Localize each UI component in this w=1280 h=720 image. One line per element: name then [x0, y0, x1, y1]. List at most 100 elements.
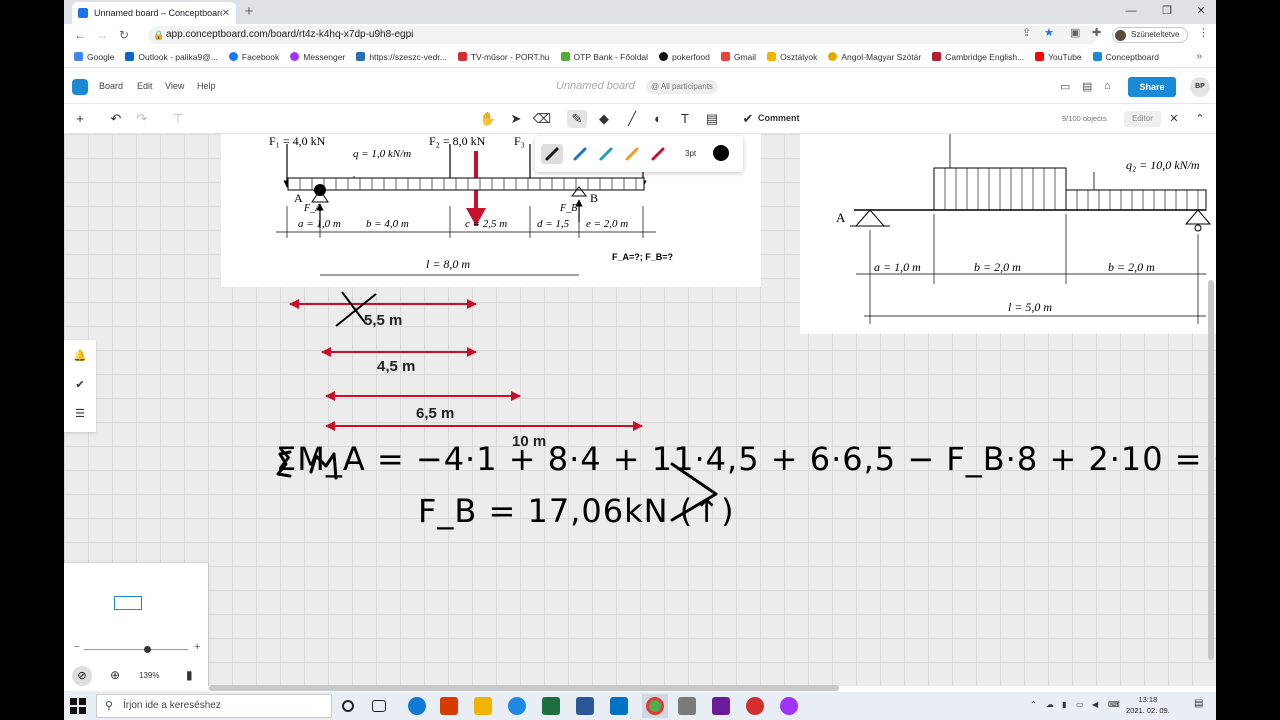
- forward-icon[interactable]: →: [94, 27, 110, 43]
- present-icon[interactable]: ▭: [1060, 80, 1070, 93]
- tray-chevron-icon[interactable]: ⌃: [1030, 700, 1037, 709]
- distance-label-6-5[interactable]: 6,5 m: [416, 405, 454, 422]
- pen-icon[interactable]: ✎: [567, 110, 587, 128]
- bookmark-item[interactable]: TV-műsor - PORT.hu: [457, 52, 550, 62]
- zoom-magnifier-icon[interactable]: ⊕: [110, 668, 120, 682]
- close-tab-icon[interactable]: ✕: [222, 8, 230, 19]
- close-window-icon[interactable]: ✕: [1184, 0, 1216, 24]
- undo-icon[interactable]: ↶: [106, 110, 126, 128]
- bell-icon[interactable]: 🔔: [72, 348, 88, 364]
- distance-arrows[interactable]: [289, 299, 643, 431]
- zoom-slider-track[interactable]: [84, 649, 188, 650]
- bookmark-item[interactable]: pokerfood: [659, 52, 710, 62]
- profile-button[interactable]: Szüneteltetve: [1112, 27, 1188, 43]
- zoom-out-icon[interactable]: −: [74, 642, 80, 653]
- messenger-taskbar-icon[interactable]: [780, 697, 798, 715]
- hand-pan-icon[interactable]: ✋: [478, 110, 498, 128]
- zoom-level[interactable]: 139%: [139, 671, 159, 680]
- board-canvas[interactable]: F₁ = 4,0 kN q = 1,0 kN/m F₂ = 8,0 kN F₃ …: [64, 134, 1216, 686]
- bookmark-item[interactable]: OTP Bank - Főoldal: [560, 52, 648, 62]
- sticky-note-icon[interactable]: ▤: [702, 110, 722, 128]
- horizontal-scrollbar[interactable]: [209, 685, 839, 691]
- list-icon[interactable]: ☰: [72, 406, 88, 422]
- share-page-icon[interactable]: ⇪: [1022, 26, 1031, 39]
- notifications-icon[interactable]: ⌂: [1104, 80, 1111, 92]
- task-view-icon[interactable]: [372, 700, 386, 712]
- more-bookmarks-icon[interactable]: »: [1196, 51, 1202, 62]
- bookmark-item[interactable]: Angol-Magyar Szótár: [828, 52, 921, 62]
- word-icon[interactable]: [576, 697, 594, 715]
- edge-icon[interactable]: [408, 697, 426, 715]
- bookmark-item[interactable]: Osztályok: [767, 52, 817, 62]
- user-avatar[interactable]: BP: [1190, 77, 1210, 97]
- office-icon[interactable]: [440, 697, 458, 715]
- bookmark-item[interactable]: Messenger: [290, 52, 345, 62]
- marker-icon[interactable]: ◆: [594, 110, 614, 128]
- compass-icon[interactable]: ⊘: [72, 666, 92, 686]
- bookmark-item[interactable]: https://szeszc-vedr...: [356, 52, 447, 62]
- save-icon[interactable]: [712, 697, 730, 715]
- participants-badge[interactable]: @ All participants: [646, 80, 718, 94]
- reload-icon[interactable]: ↻: [116, 27, 132, 43]
- notification-center-icon[interactable]: ▤: [1194, 698, 1203, 709]
- teal-pen-icon[interactable]: [595, 144, 617, 164]
- bookmark-item[interactable]: Outlook - palika9@...: [125, 52, 218, 62]
- bookmark-star-icon[interactable]: ★: [1044, 26, 1054, 39]
- blue-pen-icon[interactable]: [569, 144, 591, 164]
- bookmark-item[interactable]: Gmail: [720, 52, 756, 62]
- new-tab-button[interactable]: +: [240, 3, 258, 21]
- shapes-icon[interactable]: ◐: [648, 110, 668, 128]
- eraser-icon[interactable]: ⌫: [532, 110, 552, 128]
- bookmark-item[interactable]: Facebook: [228, 52, 279, 62]
- app-icon[interactable]: [678, 697, 696, 715]
- bookmark-item[interactable]: Google: [74, 52, 114, 62]
- extensions-puzzle-icon[interactable]: ✚: [1092, 26, 1101, 39]
- volume-icon[interactable]: ◀: [1092, 700, 1098, 709]
- pen-size-label[interactable]: 3pt: [685, 149, 696, 158]
- black-pen-icon[interactable]: [541, 144, 563, 164]
- text-icon[interactable]: T: [675, 110, 695, 128]
- teamviewer-icon[interactable]: [508, 697, 526, 715]
- share-button[interactable]: Share: [1128, 77, 1176, 97]
- excel-icon[interactable]: [542, 697, 560, 715]
- orange-pen-icon[interactable]: [621, 144, 643, 164]
- restore-window-icon[interactable]: ❐: [1150, 0, 1184, 24]
- menu-edit[interactable]: Edit: [137, 81, 153, 91]
- clock[interactable]: 13:18 2021. 02. 09.: [1126, 694, 1170, 716]
- comment-icon[interactable]: ✔: [738, 110, 758, 128]
- chat-icon[interactable]: ▤: [1082, 80, 1092, 93]
- record-icon[interactable]: [746, 697, 764, 715]
- moment-equation[interactable]: ΣM_A = −4·1 + 8·4 + 11·4,5 + 6·6,5 − F_B…: [276, 440, 1216, 478]
- file-explorer-icon[interactable]: [474, 697, 492, 715]
- conceptboard-logo-icon[interactable]: [72, 79, 88, 95]
- mail-icon[interactable]: [610, 697, 628, 715]
- browser-menu-icon[interactable]: ⋮: [1198, 26, 1209, 39]
- minimize-window-icon[interactable]: —: [1114, 0, 1148, 24]
- taskbar-search[interactable]: ⚲ Írjon ide a kereséshez: [96, 694, 332, 718]
- role-badge[interactable]: Editor: [1124, 111, 1161, 127]
- zoom-in-icon[interactable]: +: [194, 641, 200, 653]
- redo-icon[interactable]: ↷: [132, 110, 152, 128]
- distance-label-5-5[interactable]: 5,5 m: [364, 312, 402, 329]
- format-painter-icon[interactable]: ⊤: [168, 110, 188, 128]
- menu-view[interactable]: View: [165, 81, 184, 91]
- fb-result[interactable]: F_B = 17,06kN (↑): [418, 492, 735, 530]
- close-toolbar-icon[interactable]: ✕: [1164, 110, 1184, 128]
- zoom-slider-handle[interactable]: [144, 646, 151, 653]
- network-icon[interactable]: ▭: [1076, 700, 1084, 709]
- red-pen-icon[interactable]: [647, 144, 669, 164]
- back-icon[interactable]: ←: [72, 27, 88, 43]
- vertical-scrollbar[interactable]: [1208, 280, 1214, 660]
- pen-color-swatch[interactable]: [713, 145, 729, 161]
- bookmark-item[interactable]: Conceptboard: [1092, 52, 1159, 62]
- language-icon[interactable]: ⌨: [1108, 700, 1120, 709]
- microphone-icon[interactable]: ▮: [1062, 700, 1066, 709]
- collapse-toolbar-icon[interactable]: ⌃: [1190, 110, 1210, 128]
- select-pointer-icon[interactable]: ➤: [506, 110, 526, 128]
- comment-button[interactable]: Comment: [758, 113, 800, 123]
- chrome-icon[interactable]: [646, 697, 664, 715]
- distance-label-4-5[interactable]: 4,5 m: [377, 358, 415, 375]
- menu-board[interactable]: Board: [99, 81, 123, 91]
- bookmark-item[interactable]: YouTube: [1035, 52, 1082, 62]
- browser-tab[interactable]: Unnamed board – Conceptboard ✕: [72, 2, 236, 24]
